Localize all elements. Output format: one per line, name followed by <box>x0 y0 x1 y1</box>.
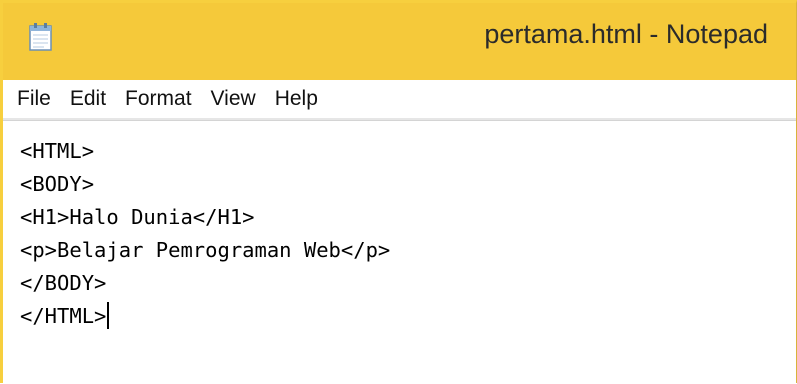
notepad-window: pertama.html - Notepad File Edit Format … <box>0 0 797 384</box>
editor-line: </BODY> <box>20 271 107 295</box>
text-caret <box>107 302 110 329</box>
editor-line: <BODY> <box>20 172 95 196</box>
editor-line: <p>Belajar Pemrograman Web</p> <box>20 238 391 262</box>
menu-help[interactable]: Help <box>275 87 318 111</box>
text-editor-area[interactable]: <HTML> <BODY> <H1>Halo Dunia</H1> <p>Belaja… <box>3 120 796 384</box>
editor-line: <HTML> <box>20 139 95 163</box>
menu-bar: File Edit Format View Help <box>3 80 796 120</box>
window-title: pertama.html - Notepad <box>484 19 768 49</box>
menu-view[interactable]: View <box>211 87 256 111</box>
menu-file[interactable]: File <box>17 87 51 111</box>
editor-line-last: </HTML> <box>20 300 390 333</box>
editor-line: </HTML> <box>20 304 107 328</box>
editor-line: <H1>Halo Dunia</H1> <box>20 205 255 229</box>
menu-format[interactable]: Format <box>125 87 192 111</box>
menu-edit[interactable]: Edit <box>70 87 106 111</box>
editor-content[interactable]: <HTML> <BODY> <H1>Halo Dunia</H1> <p>Belaja… <box>20 135 390 333</box>
title-bar[interactable]: pertama.html - Notepad <box>3 3 796 80</box>
